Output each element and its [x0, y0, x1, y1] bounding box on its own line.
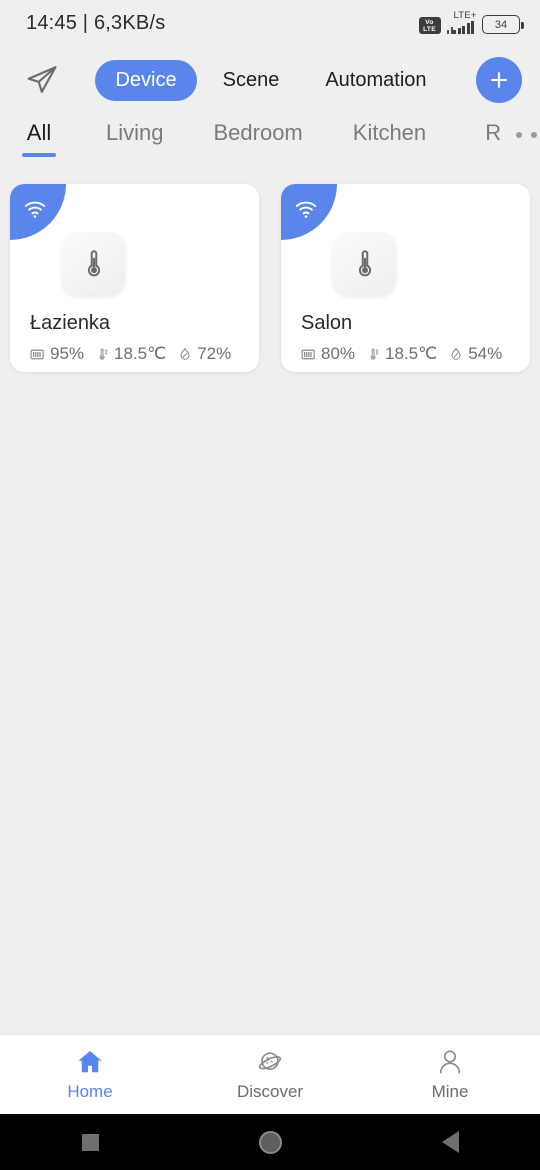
humidity-icon — [180, 347, 190, 360]
nav-item-home[interactable]: Home — [0, 1047, 180, 1102]
app-header: Device Scene Automation — [0, 46, 540, 114]
circle-icon — [258, 1130, 282, 1154]
active-tab-indicator — [22, 153, 56, 157]
thermometer-icon — [333, 232, 396, 295]
humidity-value: 54% — [468, 344, 503, 363]
status-bar: 14:45 | 6,3KB/s Vo LTE LTE+ 34 — [0, 0, 540, 46]
room-tab-label: Bedroom — [213, 120, 303, 145]
room-tab-label: Kitchen — [352, 120, 427, 145]
status-icons: Vo LTE LTE+ 34 — [418, 10, 524, 34]
nav-label: Home — [67, 1082, 113, 1101]
bottom-navigation: Home Discover Mine — [0, 1034, 540, 1114]
signal-bars-sim2 — [453, 21, 474, 34]
device-stats: 80% 18.5℃ 54% — [300, 344, 509, 364]
device-list: Łazienka 95% 18.5℃ 72% Salon 80% 18.5℃ 5… — [0, 170, 540, 1034]
nav-item-mine[interactable]: Mine — [360, 1047, 540, 1102]
device-card[interactable]: Łazienka 95% 18.5℃ 72% — [10, 184, 259, 372]
battery-level-icon — [301, 349, 315, 359]
status-time-network: 14:45 | 6,3KB/s — [26, 11, 166, 34]
android-back-button[interactable] — [360, 1131, 540, 1153]
header-segment-tabs: Device Scene Automation — [66, 59, 476, 101]
room-tab-bar[interactable]: All Living Bedroom Kitchen R — [0, 114, 540, 170]
tab-automation[interactable]: Automation — [305, 60, 446, 101]
home-icon — [78, 1051, 102, 1073]
more-dots-icon — [516, 132, 538, 138]
room-tab-label: Living — [106, 120, 164, 145]
temperature-icon — [99, 348, 108, 360]
paper-plane-icon[interactable] — [18, 56, 66, 104]
volte-top-text: Vo — [425, 18, 434, 26]
square-icon — [81, 1133, 99, 1151]
wifi-icon — [281, 184, 337, 240]
planet-icon — [258, 1052, 282, 1070]
room-tab-all[interactable]: All — [22, 114, 56, 157]
thermometer-icon — [62, 232, 125, 295]
triangle-left-icon — [441, 1131, 459, 1153]
nav-label: Mine — [431, 1082, 469, 1101]
humidity-value: 72% — [197, 344, 232, 363]
battery-level-icon — [30, 349, 44, 359]
android-recents-button[interactable] — [0, 1133, 180, 1151]
app-screen: 14:45 | 6,3KB/s Vo LTE LTE+ 34 Device Sc… — [0, 0, 540, 1170]
nav-item-discover[interactable]: Discover — [180, 1047, 360, 1102]
room-tab-bedroom[interactable]: Bedroom — [213, 114, 302, 157]
android-navigation-bar — [0, 1114, 540, 1170]
room-tab-label: R — [485, 120, 502, 145]
battery-icon: 34 — [482, 15, 524, 34]
battery-value: 95% — [50, 344, 85, 363]
device-stats: 95% 18.5℃ 72% — [29, 344, 238, 364]
android-home-button[interactable] — [180, 1130, 360, 1154]
nav-label: Discover — [236, 1082, 304, 1101]
room-tab-kitchen[interactable]: Kitchen — [353, 114, 426, 157]
device-name: Salon — [301, 312, 353, 334]
temperature-icon — [370, 348, 379, 360]
room-tab-living[interactable]: Living — [106, 114, 163, 157]
person-icon — [439, 1050, 461, 1074]
temperature-value: 18.5℃ — [114, 344, 167, 363]
humidity-icon — [451, 347, 461, 360]
signal-icon: LTE+ — [446, 10, 477, 34]
tab-scene[interactable]: Scene — [203, 60, 300, 101]
room-tab-partial[interactable]: R — [476, 114, 510, 157]
volte-bottom-text: LTE — [423, 25, 436, 33]
battery-level: 34 — [494, 18, 508, 31]
add-device-button[interactable] — [476, 57, 522, 103]
wifi-icon — [10, 184, 66, 240]
device-card[interactable]: Salon 80% 18.5℃ 54% — [281, 184, 530, 372]
room-tab-label: All — [26, 120, 52, 145]
plus-icon — [490, 71, 508, 89]
device-name: Łazienka — [30, 312, 111, 334]
device-grid: Łazienka 95% 18.5℃ 72% Salon 80% 18.5℃ 5… — [0, 184, 540, 372]
temperature-value: 18.5℃ — [385, 344, 438, 363]
volte-icon: Vo LTE — [418, 17, 441, 34]
network-type-label: LTE+ — [453, 10, 477, 21]
battery-value: 80% — [321, 344, 356, 363]
tab-device[interactable]: Device — [95, 59, 197, 101]
